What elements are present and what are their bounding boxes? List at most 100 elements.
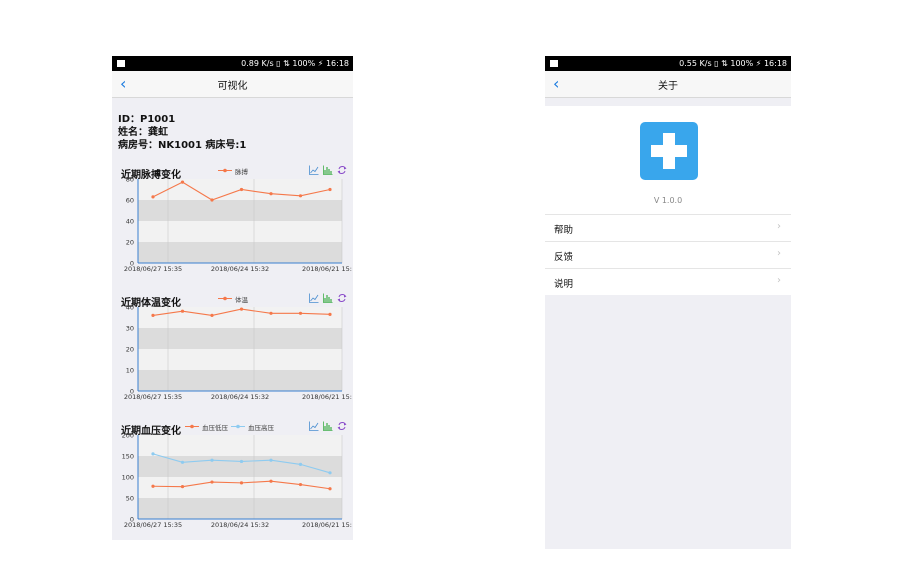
data-point[interactable] <box>328 471 332 475</box>
y-tick-label: 40 <box>126 218 134 226</box>
chevron-right-icon: › <box>777 275 781 286</box>
data-point[interactable] <box>328 487 332 491</box>
chart-tools <box>309 165 347 175</box>
menu-item-feedback[interactable]: 反馈 › <box>545 241 791 268</box>
status-text: 0.55 K/s ▯ ⇅ 100% ⚡ 16:18 <box>679 59 787 68</box>
data-point[interactable] <box>210 480 214 484</box>
data-point[interactable] <box>180 485 185 489</box>
legend-swatch-icon <box>231 423 245 431</box>
status-bar: 0.55 K/s ▯ ⇅ 100% ⚡ 16:18 <box>545 56 791 71</box>
x-tick-label: 2018/06/24 15:32 <box>211 393 269 401</box>
temperature-chart: 0102030402018/06/27 15:35 2018/06/24 15:3… <box>124 305 352 401</box>
grid-band <box>138 307 342 328</box>
y-tick-label: 10 <box>126 367 134 375</box>
menu-item-description[interactable]: 说明 › <box>545 268 791 295</box>
grid-band <box>138 370 342 391</box>
data-point[interactable] <box>239 481 244 485</box>
data-point[interactable] <box>180 460 185 464</box>
grid-band <box>138 498 342 519</box>
x-tick-label: 2018/06/24 15:32 <box>211 265 269 273</box>
x-tick-label: 2018/06/27 15:35 <box>124 265 182 273</box>
data-point[interactable] <box>328 312 332 316</box>
chart-legend: 脉搏 <box>218 166 248 176</box>
x-tick-label: 2018/06/21 15: <box>302 265 352 273</box>
y-tick-label: 30 <box>126 325 134 333</box>
app-version: V 1.0.0 <box>653 196 683 205</box>
data-point[interactable] <box>180 180 185 184</box>
legend-label: 血压高压 <box>248 424 274 432</box>
refresh-icon[interactable] <box>337 421 347 431</box>
data-point[interactable] <box>210 313 214 317</box>
data-point[interactable] <box>269 192 273 196</box>
data-point[interactable] <box>298 482 303 487</box>
y-tick-label: 80 <box>126 177 134 184</box>
data-point[interactable] <box>328 187 332 192</box>
data-point[interactable] <box>180 309 185 313</box>
grid-band <box>138 242 342 263</box>
data-point[interactable] <box>151 195 155 199</box>
bar-chart-icon[interactable] <box>323 293 333 303</box>
gallery-icon <box>550 60 558 67</box>
patient-room: 病房号：NK1001 病床号:1 <box>118 140 247 151</box>
y-tick-label: 150 <box>122 453 134 461</box>
bar-chart-icon[interactable] <box>323 421 333 431</box>
data-point[interactable] <box>298 311 303 315</box>
nav-bar: ‹ 可视化 <box>112 71 353 98</box>
patient-name: 姓名：龚虹 <box>118 127 168 138</box>
chevron-right-icon: › <box>777 221 781 232</box>
menu-item-help[interactable]: 帮助 › <box>545 214 791 241</box>
menu-item-label: 说明 <box>554 279 574 290</box>
blood-pressure-chart: 0501001502002018/06/27 15:35 2018/06/24 1… <box>122 433 352 529</box>
grid-band <box>138 328 342 349</box>
data-point[interactable] <box>210 198 214 202</box>
data-point[interactable] <box>239 187 244 192</box>
line-chart-icon[interactable] <box>309 421 319 431</box>
menu-item-label: 反馈 <box>554 252 574 263</box>
chart-legend: 体温 <box>218 294 248 304</box>
y-tick-label: 100 <box>122 474 134 482</box>
about-screen: 0.55 K/s ▯ ⇅ 100% ⚡ 16:18 ‹ 关于 V 1.0.0 帮… <box>545 56 791 549</box>
legend-label: 脉搏 <box>235 168 248 176</box>
legend-label: 体温 <box>235 296 248 304</box>
legend-swatch-icon <box>218 167 232 175</box>
line-chart-icon[interactable] <box>309 293 319 303</box>
chart-tools <box>309 421 347 431</box>
grid-band <box>138 456 342 477</box>
data-point[interactable] <box>151 313 155 317</box>
menu-item-label: 帮助 <box>554 225 574 236</box>
app-logo-icon <box>640 122 698 180</box>
data-point[interactable] <box>151 484 155 488</box>
page-title: 关于 <box>658 81 678 92</box>
bar-chart-icon[interactable] <box>323 165 333 175</box>
data-point[interactable] <box>210 458 214 462</box>
data-point[interactable] <box>298 462 303 466</box>
temperature-chart-block: 近期体温变化 体温 0 10 20 30 40 2018/06/27 15:35 2018/… <box>112 291 353 419</box>
patient-id: ID：P1001 <box>118 114 176 125</box>
gallery-icon <box>117 60 125 67</box>
page-title: 可视化 <box>217 81 248 92</box>
about-menu: 帮助 › 反馈 › 说明 › <box>545 214 791 295</box>
data-point[interactable] <box>239 459 244 464</box>
grid-band <box>138 477 342 498</box>
data-point[interactable] <box>298 194 303 198</box>
data-point[interactable] <box>269 479 273 483</box>
grid-band <box>138 349 342 370</box>
pulse-chart: 0204060802018/06/27 15:35 2018/06/24 15:3… <box>124 177 352 273</box>
x-tick-label: 2018/06/24 15:32 <box>211 521 269 529</box>
legend-swatch-icon <box>218 295 232 303</box>
y-tick-label: 200 <box>122 433 134 440</box>
y-tick-label: 60 <box>126 197 134 205</box>
chart-legend: 血压低压 血压高压 <box>185 422 274 432</box>
refresh-icon[interactable] <box>337 165 347 175</box>
data-point[interactable] <box>151 452 155 456</box>
data-point[interactable] <box>269 311 273 315</box>
data-point[interactable] <box>269 458 273 462</box>
x-tick-label: 2018/06/21 15: <box>302 521 352 529</box>
pulse-chart-block: 近期脉搏变化 脉搏 0 20 40 60 80 2018/06/27 15:35 2018/… <box>112 163 353 291</box>
legend-swatch-icon <box>185 423 199 431</box>
grid-band <box>138 435 342 456</box>
line-chart-icon[interactable] <box>309 165 319 175</box>
data-point[interactable] <box>239 307 244 311</box>
refresh-icon[interactable] <box>337 293 347 303</box>
chart-tools <box>309 293 347 303</box>
